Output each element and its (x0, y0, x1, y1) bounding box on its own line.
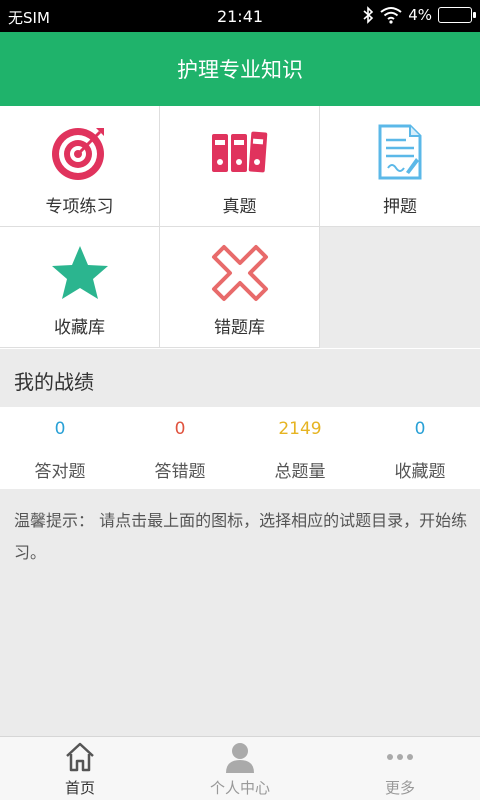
menu-label: 押题 (383, 197, 417, 217)
tab-label: 个人中心 (209, 779, 270, 797)
menu-item-practice[interactable]: 专项练习 (0, 106, 160, 227)
stat-label: 总题量 (274, 462, 326, 482)
stat-label: 收藏题 (394, 462, 446, 482)
stat-wrong[interactable]: 0 答错题 (120, 407, 240, 489)
menu-item-favorites[interactable]: 收藏库 (0, 227, 160, 348)
stat-value: 2149 (278, 419, 322, 439)
stat-total[interactable]: 2149 总题量 (240, 407, 360, 489)
more-icon (387, 754, 413, 760)
stat-correct[interactable]: 0 答对题 (0, 407, 120, 489)
tab-label: 更多 (384, 779, 415, 797)
menu-item-past-exams[interactable]: 真题 (160, 106, 320, 227)
page-title: 护理专业知识 (177, 58, 303, 82)
stat-label: 答对题 (34, 462, 86, 482)
person-icon (226, 743, 254, 773)
menu-label: 收藏库 (54, 318, 105, 338)
home-icon (66, 742, 94, 772)
wifi-icon (380, 7, 402, 24)
stat-label: 答错题 (154, 462, 206, 482)
menu-label: 专项练习 (45, 197, 114, 217)
cross-icon (212, 245, 268, 301)
tab-home[interactable]: 首页 (0, 737, 160, 800)
status-bar: 无SIM 21:41 4% (0, 0, 480, 32)
tab-more[interactable]: 更多 (320, 737, 480, 800)
document-pen-icon (378, 124, 422, 180)
menu-item-wrong-questions[interactable]: 错题库 (160, 227, 320, 348)
tip-text: 温馨提示： 请点击最上面的图标，选择相应的试题目录，开始练习。 (14, 511, 468, 562)
empty-cell (320, 227, 480, 348)
app-header: 护理专业知识 (0, 32, 480, 106)
battery-percent: 4% (408, 6, 432, 24)
menu-label: 真题 (222, 197, 257, 217)
record-section-header: 我的战绩 (0, 349, 480, 407)
bottom-tab-bar: 首页 个人中心 更多 (0, 736, 480, 800)
tab-label: 首页 (64, 779, 95, 797)
menu-item-predicted-questions[interactable]: 押题 (320, 106, 480, 227)
section-title: 我的战绩 (14, 370, 94, 394)
target-icon (52, 128, 104, 180)
binders-icon (212, 131, 268, 173)
bluetooth-icon (363, 6, 374, 24)
stat-value: 0 (174, 419, 186, 439)
battery-icon (438, 7, 476, 23)
stats-panel: 0 答对题 0 答错题 2149 总题量 0 收藏题 (0, 407, 480, 489)
stat-favorites[interactable]: 0 收藏题 (360, 407, 480, 489)
tab-profile[interactable]: 个人中心 (160, 737, 320, 800)
stat-value: 0 (414, 419, 426, 439)
menu-grid: 专项练习 真题 押题 收藏库 错题库 (0, 106, 480, 349)
status-icons: 4% (362, 6, 476, 24)
star-icon (52, 246, 108, 299)
stat-value: 0 (54, 419, 66, 439)
menu-label: 错题库 (214, 318, 265, 338)
